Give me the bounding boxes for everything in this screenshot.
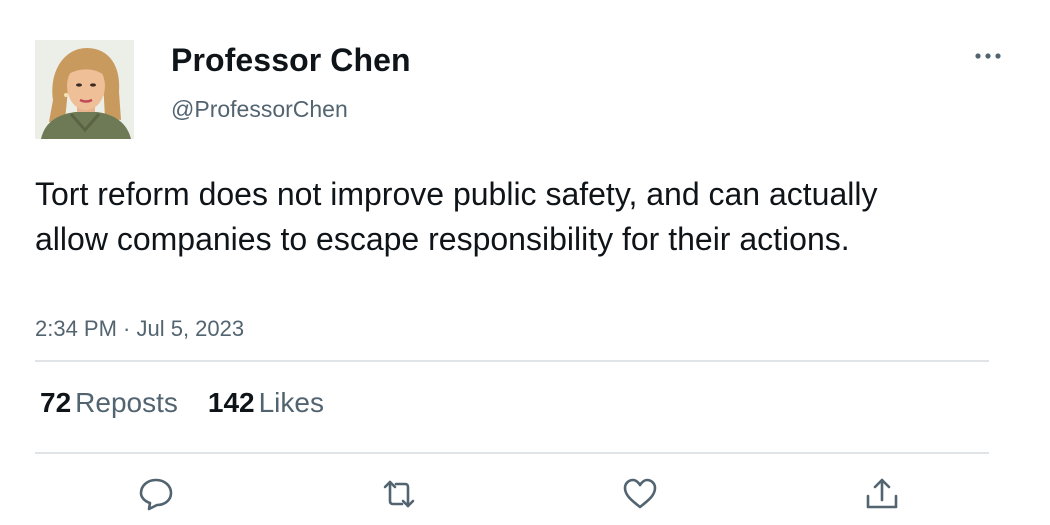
author-name[interactable]: Professor Chen xyxy=(171,42,411,79)
reply-bubble-icon xyxy=(139,478,173,511)
repost-arrows-icon xyxy=(383,480,415,508)
author-handle[interactable]: @ProfessorChen xyxy=(171,96,348,123)
avatar[interactable] xyxy=(35,40,134,139)
engagement-stats: 72 Reposts 142 Likes xyxy=(40,387,324,419)
repost-button[interactable] xyxy=(377,474,421,514)
likes-count: 142 xyxy=(207,387,255,418)
reposts-count: 72 xyxy=(40,387,72,418)
divider xyxy=(35,360,989,362)
reposts-label: Reposts xyxy=(75,387,178,418)
reply-button[interactable] xyxy=(134,474,178,514)
heart-icon xyxy=(623,478,657,509)
tweet-text: Tort reform does not improve public safe… xyxy=(35,176,878,257)
likes-stat[interactable]: 142 Likes xyxy=(208,387,324,419)
avatar-image xyxy=(35,40,134,139)
reposts-stat[interactable]: 72 Reposts xyxy=(40,387,178,419)
tweet-timestamp[interactable]: 2:34 PM · Jul 5, 2023 xyxy=(35,316,244,342)
more-horizontal-icon xyxy=(975,53,1001,59)
share-upload-icon xyxy=(866,478,898,509)
more-options-button[interactable] xyxy=(968,44,1008,68)
tweet-card: Professor Chen @ProfessorChen Tort refor… xyxy=(0,0,1050,525)
like-button[interactable] xyxy=(618,474,662,514)
likes-label: Likes xyxy=(258,387,324,418)
divider xyxy=(35,452,989,454)
share-button[interactable] xyxy=(860,474,904,514)
